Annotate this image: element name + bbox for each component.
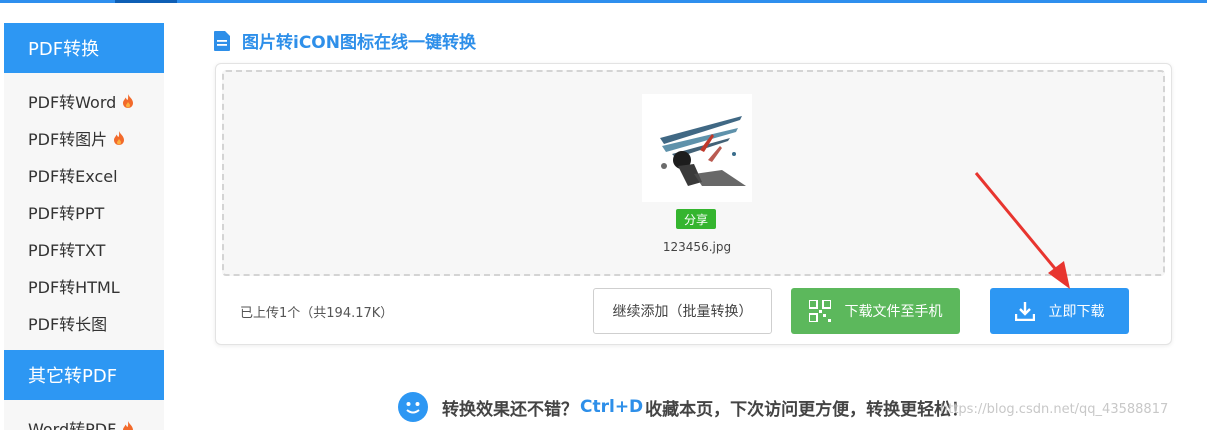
sidebar: PDF转换 PDF转Word PDF转图片 PDF转Excel PDF转PPT … bbox=[4, 23, 164, 430]
bookmark-tip: 转换效果还不错？ Ctrl+D 收藏本页，下次访问更方便，转换更轻松！ bbox=[398, 392, 968, 422]
sidebar-item-pdf-to-html[interactable]: PDF转HTML bbox=[4, 267, 164, 304]
sidebar-item-pdf-to-txt[interactable]: PDF转TXT bbox=[4, 230, 164, 267]
file-name: 123456.jpg bbox=[662, 240, 732, 254]
bookmark-tip-text-1: 转换效果还不错？ bbox=[442, 399, 578, 420]
fire-icon bbox=[123, 93, 134, 108]
page-title: 图片转iCON图标在线一键转换 bbox=[242, 33, 476, 53]
sidebar-item-label: PDF转PPT bbox=[28, 203, 105, 223]
annotation-arrow bbox=[974, 172, 1070, 289]
page-title-row: 图片转iCON图标在线一键转换 bbox=[214, 28, 476, 53]
sidebar-list-other: Word转PDF bbox=[4, 400, 164, 430]
sidebar-item-label: Word转PDF bbox=[28, 419, 117, 430]
sidebar-item-pdf-to-excel[interactable]: PDF转Excel bbox=[4, 156, 164, 193]
sidebar-item-label: PDF转TXT bbox=[28, 240, 106, 260]
bookmark-tip-text-2: 收藏本页，下次访问更方便，转换更轻松！ bbox=[645, 399, 969, 420]
sidebar-section-pdf-convert: PDF转换 bbox=[4, 23, 164, 73]
bookmark-shortcut: Ctrl+D bbox=[580, 397, 644, 417]
sidebar-item-label: PDF转图片 bbox=[28, 129, 108, 149]
smiley-icon bbox=[398, 392, 428, 422]
fire-icon bbox=[114, 130, 125, 145]
download-now-label: 立即下载 bbox=[1048, 304, 1105, 320]
continue-add-label: 继续添加（批量转换） bbox=[612, 304, 753, 320]
sidebar-section-other-to-pdf: 其它转PDF bbox=[4, 350, 164, 400]
top-bar-accent bbox=[115, 0, 177, 3]
sidebar-item-pdf-to-ppt[interactable]: PDF转PPT bbox=[4, 193, 164, 230]
sidebar-item-pdf-to-image[interactable]: PDF转图片 bbox=[4, 119, 164, 156]
continue-add-button[interactable]: 继续添加（批量转换） bbox=[593, 288, 772, 334]
download-to-phone-label: 下载文件至手机 bbox=[844, 304, 943, 320]
download-icon bbox=[1014, 302, 1035, 321]
sidebar-item-word-to-pdf[interactable]: Word转PDF bbox=[4, 409, 164, 430]
top-bar bbox=[0, 0, 1207, 3]
qr-code-icon bbox=[808, 300, 831, 322]
sidebar-item-pdf-to-word[interactable]: PDF转Word bbox=[4, 82, 164, 119]
sidebar-item-label: PDF转Word bbox=[28, 92, 117, 112]
upload-status-text: 已上传1个（共194.17K） bbox=[240, 306, 394, 321]
sidebar-item-label: PDF转HTML bbox=[28, 277, 120, 297]
sidebar-item-label: PDF转长图 bbox=[28, 314, 108, 334]
fire-icon bbox=[123, 420, 134, 430]
download-to-phone-button[interactable]: 下载文件至手机 bbox=[791, 288, 960, 334]
sidebar-item-pdf-to-long-image[interactable]: PDF转长图 bbox=[4, 304, 164, 341]
watermark: https://blog.csdn.net/qq_43588817 bbox=[940, 402, 1169, 417]
sidebar-list-pdf: PDF转Word PDF转图片 PDF转Excel PDF转PPT PDF转TX… bbox=[4, 73, 164, 345]
document-icon bbox=[214, 30, 230, 51]
share-button[interactable]: 分享 bbox=[676, 209, 716, 229]
file-thumbnail[interactable] bbox=[642, 94, 752, 202]
sidebar-item-label: PDF转Excel bbox=[28, 166, 118, 186]
